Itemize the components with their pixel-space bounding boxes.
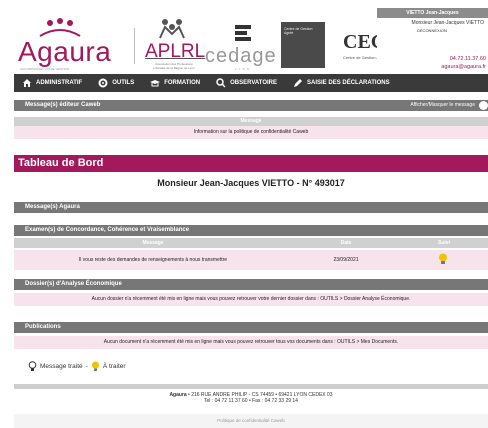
footer-bottom: Politique de confidentialité Caweb	[14, 414, 488, 428]
nav-label: OUTILS	[112, 80, 135, 86]
nav-item-outils[interactable]: OUTILS	[90, 74, 142, 92]
examens-header: Message Date Suivi	[14, 238, 488, 248]
nav-item-administratif[interactable]: ADMINISTRATIF	[14, 74, 90, 92]
privacy-policy-link[interactable]: Politique de confidentialité Caweb	[217, 418, 285, 423]
examens-title: Examen(s) de Concordance, Cohérence et V…	[25, 227, 190, 233]
editor-messages-title: Message(s) éditeur Caweb	[25, 102, 101, 108]
editor-message-row[interactable]: Information sur la politique de confiden…	[14, 126, 488, 139]
search-icon	[216, 78, 226, 88]
nav-label: ADMINISTRATIF	[36, 80, 83, 86]
contact-email[interactable]: agaura@agaura.fr	[441, 64, 486, 70]
cedage-logo[interactable]: cedage LYON	[205, 23, 277, 71]
footer-divider	[14, 384, 488, 389]
bulb-outline-icon	[28, 361, 37, 372]
bulb-icon	[91, 361, 100, 372]
legend-todo: À traiter	[102, 363, 126, 370]
agaura-logo[interactable]: Agaura ACCOMPAGNER VOTRE GESTION	[18, 18, 118, 71]
dossiers-bar: Dossier(s) d'Analyse Économique	[14, 279, 488, 290]
gear-icon	[98, 78, 108, 88]
footer-brand: Agaura	[169, 392, 187, 398]
cedage-mark-icon	[235, 25, 251, 41]
legend-treated: Message traité	[40, 363, 83, 370]
agaura-messages-title: Message(s) Agaura	[25, 204, 80, 210]
logout-link[interactable]: DÉCONNEXION	[417, 28, 447, 33]
publications-title: Publications	[25, 324, 61, 330]
nav-item-observatoire[interactable]: OBSERVATOIRE	[208, 74, 285, 92]
col-suivi: Suivi	[438, 240, 450, 246]
dossiers-text: Aucun dossier n'a récemment été mis en l…	[91, 296, 411, 302]
agaura-mark-icon	[39, 18, 81, 37]
editor-messages-bar: Message(s) éditeur Caweb Afficher/Masque…	[14, 100, 488, 111]
agaura-logo-text: Agaura	[18, 36, 112, 67]
contact-phone: 04.72.11.37.60	[449, 56, 486, 62]
agaura-tagline: ACCOMPAGNER VOTRE GESTION	[20, 67, 70, 71]
centre-gestion-text: Centre de Gestion Agréé	[284, 27, 313, 35]
nav-label: SAISIE DES DÉCLARATIONS	[307, 80, 390, 86]
nav-label: FORMATION	[164, 80, 201, 86]
cedage-logo-sub: LYON	[235, 67, 251, 71]
nav-label: OBSERVATOIRE	[230, 80, 278, 86]
footer-contact: Tel : 04 72 11 37 60 • Fax : 04 72 33 29…	[204, 398, 298, 404]
aplrl-logo-text: APLRL	[145, 41, 206, 62]
user-box: VIETTO Jean-Jacques Monsieur Jean-Jacque…	[377, 8, 488, 70]
toggle-knob[interactable]	[479, 101, 488, 110]
logo-divider	[134, 28, 135, 64]
dossiers-title: Dossier(s) d'Analyse Économique	[25, 281, 122, 287]
publications-text: Aucun document n'a récemment été mis en …	[103, 339, 399, 345]
toggle-message-link[interactable]: Afficher/Masquer le message	[410, 100, 475, 111]
legend-separator: -	[85, 363, 88, 370]
agaura-messages-bar: Message(s) Agaura	[14, 202, 488, 213]
footer-address: Agaura • 216 RUE ANDRE PHILIP - CS 74459…	[14, 392, 488, 404]
aplrl-logo-sub: Association des Professions Libérales de…	[153, 62, 195, 70]
nav-item-saisie[interactable]: SAISIE DES DÉCLARATIONS	[285, 74, 398, 92]
editor-message-text[interactable]: Information sur la politique de confiden…	[194, 129, 309, 135]
bulb-icon[interactable]	[438, 253, 448, 267]
pen-icon	[293, 78, 303, 88]
status-legend: Message traité - À traiter	[28, 361, 126, 372]
publications-bar: Publications	[14, 322, 488, 333]
aplrl-logo[interactable]: APLRL Association des Professions Libéra…	[145, 18, 206, 73]
home-icon	[22, 78, 32, 88]
graduation-icon	[150, 78, 161, 88]
aplrl-people-icon	[159, 19, 185, 39]
nav-item-formation[interactable]: FORMATION	[142, 74, 208, 92]
page-title: Tableau de Bord	[14, 155, 488, 172]
centre-gestion-logo[interactable]: Centre de Gestion Agréé	[281, 22, 325, 68]
row-date: 23/09/2021	[333, 257, 359, 263]
main-nav: ADMINISTRATIF OUTILS FORMATION OBSERVATO…	[14, 74, 488, 92]
user-title: VIETTO Jean-Jacques	[377, 8, 488, 18]
col-date: Date	[340, 240, 352, 246]
publications-row: Aucun document n'a récemment été mis en …	[14, 336, 488, 349]
dossiers-row: Aucun dossier n'a récemment été mis en l…	[14, 293, 488, 306]
examens-bar: Examen(s) de Concordance, Cohérence et V…	[14, 225, 488, 236]
editor-messages-header: Message	[14, 117, 488, 126]
col-message: Message	[142, 240, 164, 246]
table-row[interactable]: Il vous reste des demandes de renseignem…	[14, 250, 488, 270]
user-name: Monsieur Jean-Jacques VIETTO	[411, 20, 484, 26]
user-details: Monsieur Jean-Jacques VIETTO DÉCONNEXION…	[377, 18, 488, 70]
cedage-logo-text: cedage	[205, 45, 277, 67]
row-message[interactable]: Il vous reste des demandes de renseignem…	[14, 257, 292, 263]
client-name: Monsieur Jean-Jacques VIETTO - N° 493017	[157, 178, 345, 188]
